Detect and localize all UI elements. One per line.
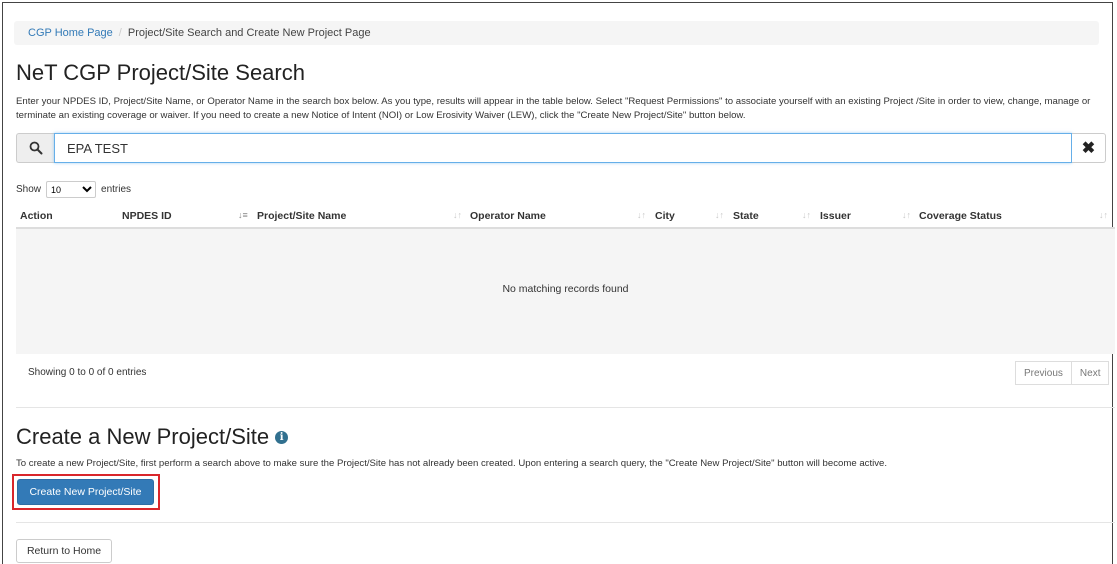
sort-icon[interactable]: ↓↑ bbox=[802, 210, 811, 220]
pagination: Previous Next bbox=[1015, 361, 1110, 385]
length-prefix: Show bbox=[16, 184, 42, 195]
return-to-home-button[interactable]: Return to Home bbox=[16, 539, 112, 563]
column-header-state[interactable]: State bbox=[733, 210, 759, 222]
length-suffix: entries bbox=[101, 184, 132, 195]
search-input[interactable] bbox=[54, 133, 1072, 163]
column-header-operator-name[interactable]: Operator Name bbox=[470, 210, 546, 222]
close-icon: ✖ bbox=[1081, 140, 1096, 157]
previous-button[interactable]: Previous bbox=[1015, 361, 1072, 385]
table-info: Showing 0 to 0 of 0 entries bbox=[28, 367, 147, 378]
clear-search-button[interactable]: ✖ bbox=[1072, 133, 1106, 163]
next-button[interactable]: Next bbox=[1071, 361, 1110, 385]
column-header-coverage-status[interactable]: Coverage Status bbox=[919, 210, 1002, 222]
page-title: NeT CGP Project/Site Search bbox=[16, 60, 305, 85]
column-header-npdes-id[interactable]: NPDES ID bbox=[122, 210, 172, 222]
breadcrumb-home-link[interactable]: CGP Home Page bbox=[28, 27, 113, 39]
sort-icon[interactable]: ↓↑ bbox=[637, 210, 646, 220]
create-section-title-text: Create a New Project/Site bbox=[16, 424, 270, 449]
sort-icon[interactable]: ↓↑ bbox=[715, 210, 724, 220]
section-divider bbox=[16, 522, 1115, 523]
column-header-action: Action bbox=[20, 210, 53, 222]
table-empty-row: No matching records found bbox=[16, 229, 1115, 354]
section-divider bbox=[16, 407, 1115, 408]
search-icon bbox=[16, 133, 54, 163]
sort-icon[interactable]: ↓↑ bbox=[453, 210, 462, 220]
create-section-title: Create a New Project/Site i bbox=[16, 424, 289, 450]
info-circle-icon[interactable]: i bbox=[275, 430, 289, 444]
entries-length-control: Show 10 entries bbox=[16, 181, 131, 198]
breadcrumb: CGP Home Page / Project/Site Search and Cr… bbox=[14, 21, 1099, 45]
column-header-project-site-name[interactable]: Project/Site Name bbox=[257, 210, 346, 222]
table-header: Action NPDES ID ↓≡ Project/Site Name ↓↑ … bbox=[16, 203, 1115, 229]
sort-icon[interactable]: ↓↑ bbox=[1099, 210, 1108, 220]
column-header-city[interactable]: City bbox=[655, 210, 675, 222]
empty-message: No matching records found bbox=[502, 283, 629, 295]
breadcrumb-current: Project/Site Search and Create New Proje… bbox=[127, 27, 371, 39]
search-description: Enter your NPDES ID, Project/Site Name, … bbox=[16, 96, 1091, 121]
create-section-note: To create a new Project/Site, first perf… bbox=[16, 458, 888, 469]
entries-select[interactable]: 10 bbox=[46, 181, 97, 198]
sort-asc-icon[interactable]: ↓≡ bbox=[238, 210, 248, 220]
sort-icon[interactable]: ↓↑ bbox=[902, 210, 911, 220]
create-new-project-button[interactable]: Create New Project/Site bbox=[17, 479, 154, 505]
breadcrumb-separator: / bbox=[118, 27, 122, 39]
column-header-issuer[interactable]: Issuer bbox=[820, 210, 851, 222]
search-group: ✖ bbox=[16, 133, 1106, 163]
